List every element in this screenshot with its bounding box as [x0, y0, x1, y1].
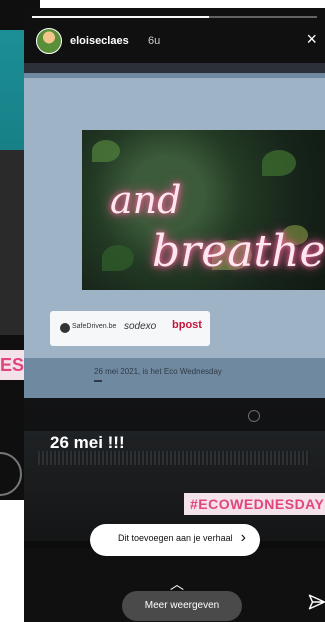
- leaf-decoration: [262, 150, 296, 176]
- add-to-story-button[interactable]: Dit toevoegen aan je verhaal ›: [90, 524, 260, 556]
- chevron-right-icon: ›: [240, 529, 246, 546]
- story-caption: 26 mei !!!: [50, 433, 125, 452]
- hashtag-sticker[interactable]: #ECOWEDNESDAY: [184, 493, 325, 515]
- story-card[interactable]: eloiseclaes 6u × and breathe SafeDriven.…: [24, 8, 325, 622]
- more-button[interactable]: Meer weergeven: [122, 591, 242, 621]
- leaf-decoration: [102, 245, 134, 271]
- username[interactable]: eloiseclaes: [70, 35, 129, 47]
- post-time: 6u: [148, 35, 161, 47]
- send-icon[interactable]: [308, 593, 325, 611]
- laptop-speaker-grille: [38, 451, 310, 465]
- screen-underline: [94, 380, 102, 382]
- hp-logo-icon: [248, 410, 260, 422]
- logo-sodexo: sodexo: [124, 321, 157, 332]
- close-icon[interactable]: ×: [306, 30, 317, 48]
- avatar[interactable]: [36, 28, 62, 54]
- safedriven-logo-icon: [60, 323, 70, 333]
- add-to-story-label: Dit toevoegen aan je verhaal: [118, 533, 233, 543]
- leaf-decoration: [92, 140, 120, 162]
- monitor-screen: and breathe SafeDriven.be sodexo bpost 2…: [24, 78, 325, 382]
- story-photo: and breathe SafeDriven.be sodexo bpost 2…: [24, 63, 325, 548]
- neon-text-line-2: breathe: [152, 226, 325, 277]
- story-progress-fill: [32, 16, 209, 18]
- background-circle: [0, 452, 22, 496]
- logo-bpost: bpost: [172, 319, 202, 331]
- screen-date-text: 26 mei 2021, is het Eco Wednesday: [94, 367, 222, 376]
- sponsor-logo-box: SafeDriven.be sodexo bpost: [50, 311, 210, 346]
- story-progress-bar: [32, 16, 317, 18]
- monitor: and breathe SafeDriven.be sodexo bpost 2…: [24, 73, 325, 422]
- logo-safedriven: SafeDriven.be: [72, 323, 117, 330]
- slide-image: and breathe: [82, 130, 325, 290]
- neon-text-line-1: and: [110, 178, 182, 222]
